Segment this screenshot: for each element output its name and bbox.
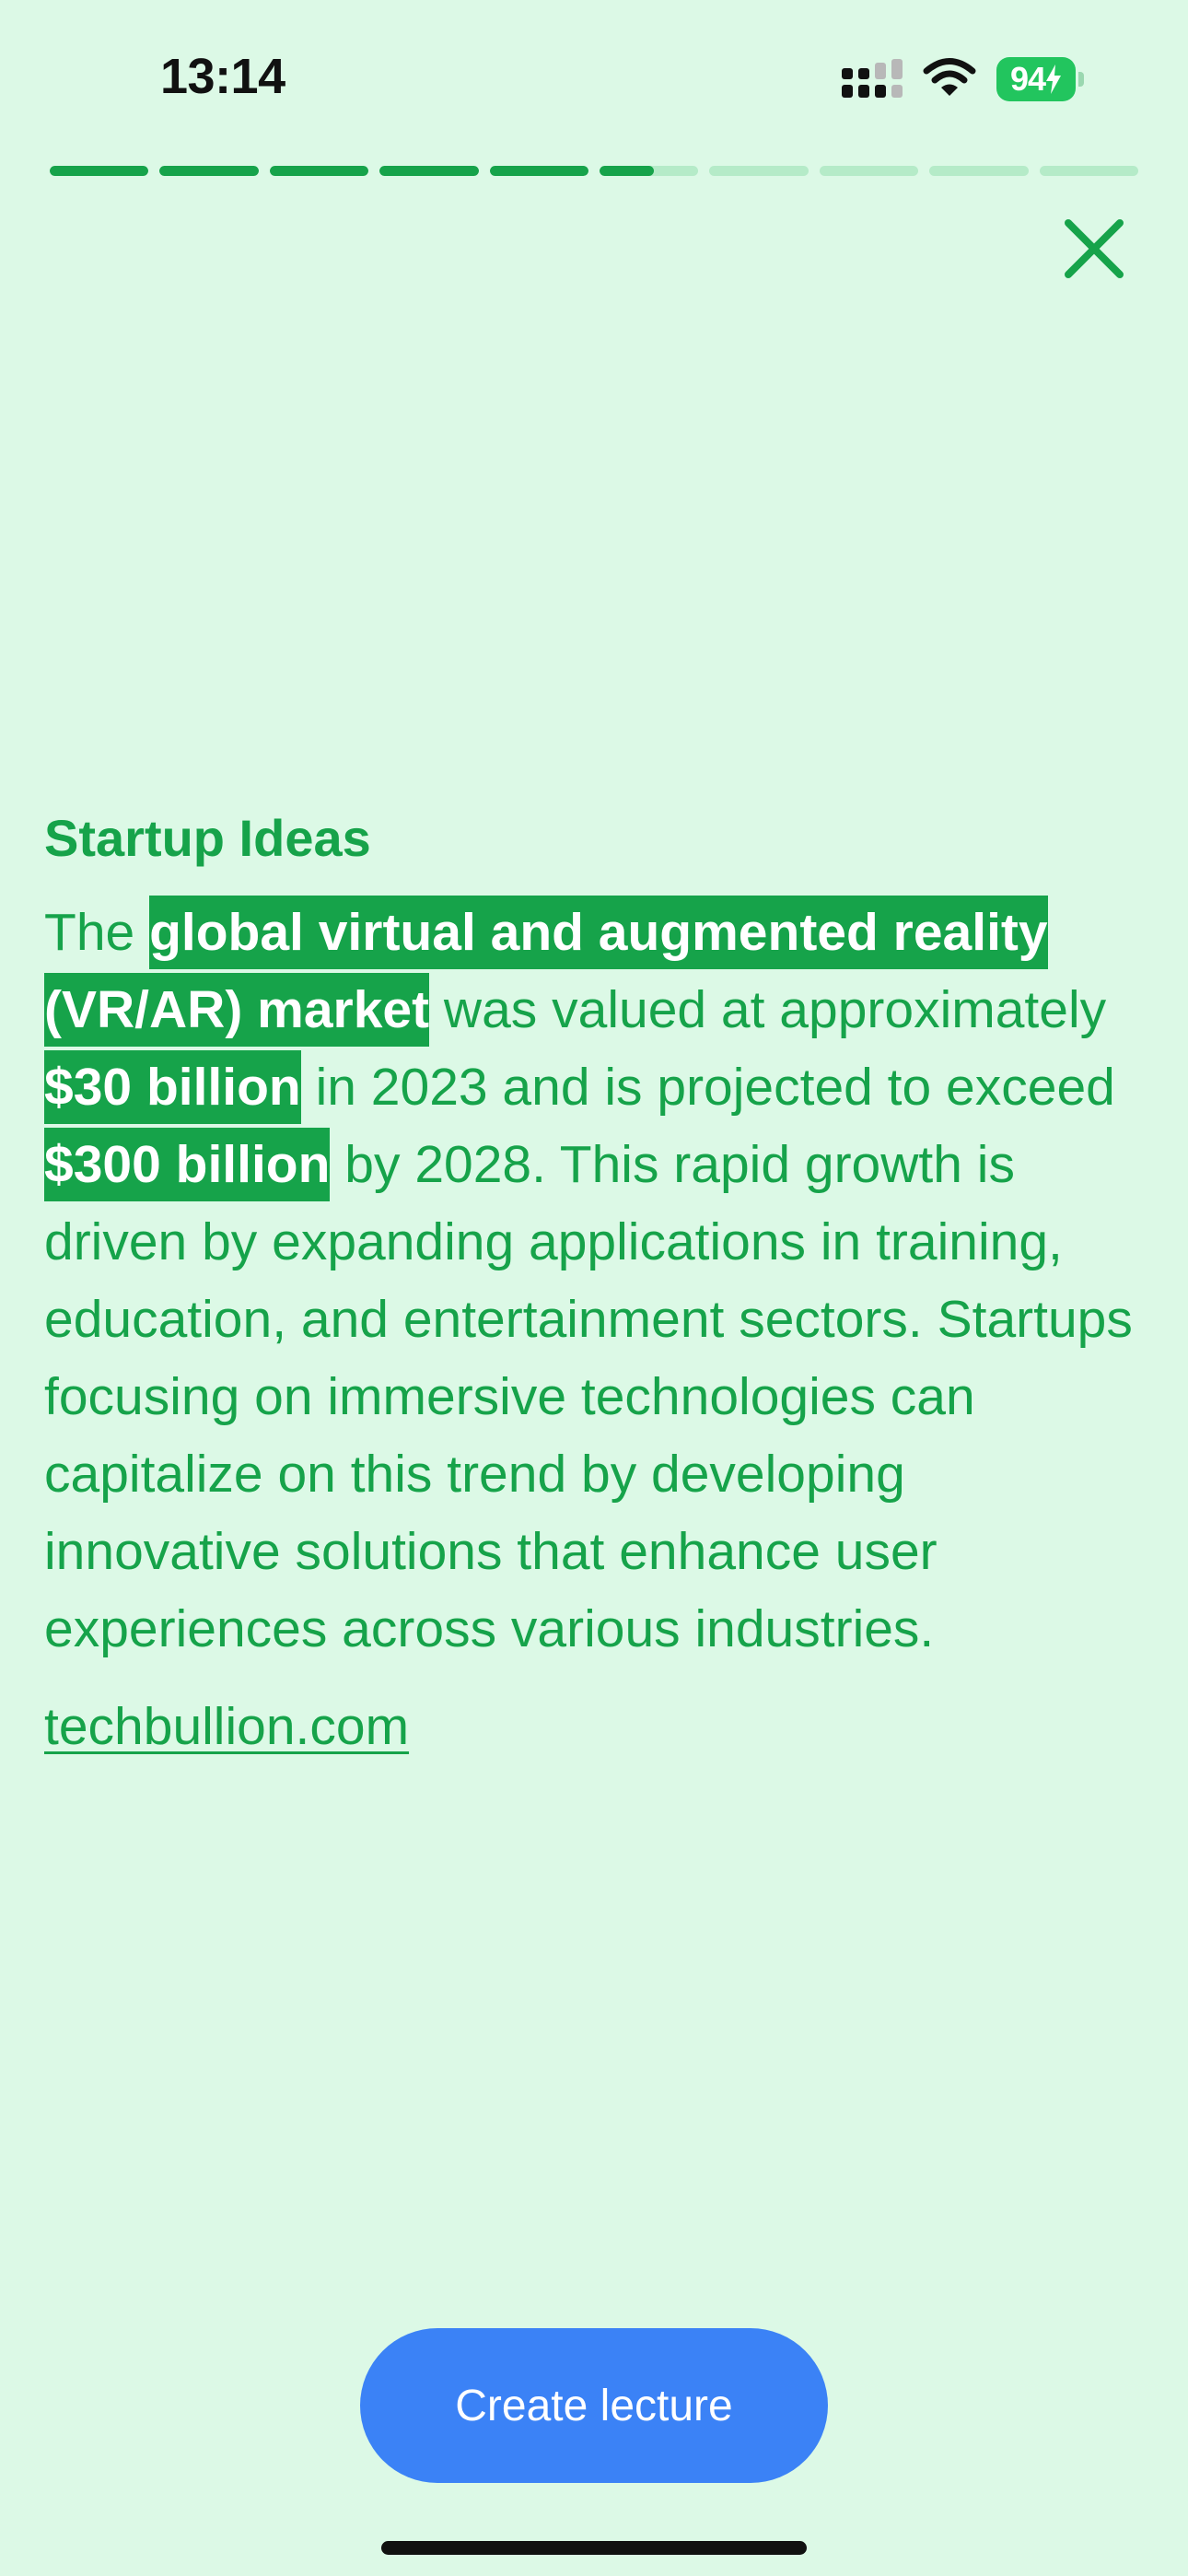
progress-segment <box>159 166 259 176</box>
create-lecture-button[interactable]: Create lecture <box>360 2328 828 2483</box>
body-text-segment: The <box>44 903 150 962</box>
card-body-text: The global virtual and augmented reality… <box>44 894 1149 1668</box>
highlighted-text: $30 billion <box>44 1050 301 1124</box>
home-indicator[interactable] <box>381 2541 807 2555</box>
progress-segment <box>1039 166 1139 176</box>
progress-segment-fill <box>489 166 589 176</box>
progress-segment <box>819 166 919 176</box>
progress-segment-fill <box>379 166 479 176</box>
battery-level: 94 <box>1009 60 1046 98</box>
progress-segment <box>600 166 699 176</box>
body-text-segment: in 2023 and is projected to exceed <box>300 1058 1115 1117</box>
highlighted-text: $300 billion <box>44 1128 331 1201</box>
content-card: Startup Ideas The global virtual and aug… <box>44 802 1149 1765</box>
body-text-segment: by 2028. This rapid growth is driven by … <box>44 1135 1133 1658</box>
card-title: Startup Ideas <box>44 809 371 867</box>
progress-segment <box>929 166 1029 176</box>
progress-segment-fill <box>159 166 259 176</box>
progress-segment <box>379 166 479 176</box>
progress-segment <box>709 166 809 176</box>
progress-segment-fill <box>269 166 369 176</box>
body-text-segment: was valued at approximately <box>429 980 1107 1039</box>
progress-segment <box>489 166 589 176</box>
close-icon[interactable] <box>1059 214 1129 284</box>
progress-segment <box>50 166 149 176</box>
progress-segment <box>269 166 369 176</box>
source-link[interactable]: techbullion.com <box>44 1688 409 1765</box>
charging-bolt-icon <box>1046 64 1062 94</box>
wifi-icon <box>923 58 976 96</box>
status-time: 13:14 <box>160 49 285 104</box>
progress-segment-fill <box>50 166 149 176</box>
progress-segment-fill <box>600 166 655 176</box>
story-progress-bar <box>50 166 1139 176</box>
signal-icon <box>842 59 903 98</box>
battery-charging-icon: 94 <box>996 57 1085 101</box>
